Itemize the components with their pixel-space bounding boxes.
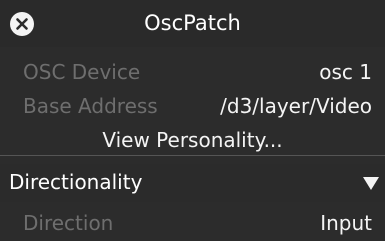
osc-device-row[interactable]: OSC Device osc 1 [0, 56, 385, 90]
window-title: OscPatch [144, 11, 241, 35]
section-divider [0, 155, 385, 156]
title-bar: OscPatch [0, 0, 385, 47]
osc-patch-panel: OscPatch OSC Device osc 1 Base Address /… [0, 0, 385, 241]
direction-row[interactable]: Direction Input [0, 207, 385, 241]
directionality-section-header[interactable]: Directionality [0, 164, 385, 202]
directionality-title: Directionality [9, 170, 143, 194]
osc-device-value[interactable]: osc 1 [319, 60, 372, 84]
base-address-value[interactable]: /d3/layer/Video [220, 94, 372, 118]
triangle-down-icon [363, 177, 379, 190]
direction-label: Direction [23, 211, 114, 235]
base-address-label: Base Address [23, 94, 158, 118]
view-personality-button[interactable]: View Personality... [0, 128, 385, 152]
base-address-row[interactable]: Base Address /d3/layer/Video [0, 90, 385, 124]
osc-device-label: OSC Device [23, 60, 141, 84]
view-personality-row: View Personality... [0, 124, 385, 158]
direction-value[interactable]: Input [320, 211, 372, 235]
